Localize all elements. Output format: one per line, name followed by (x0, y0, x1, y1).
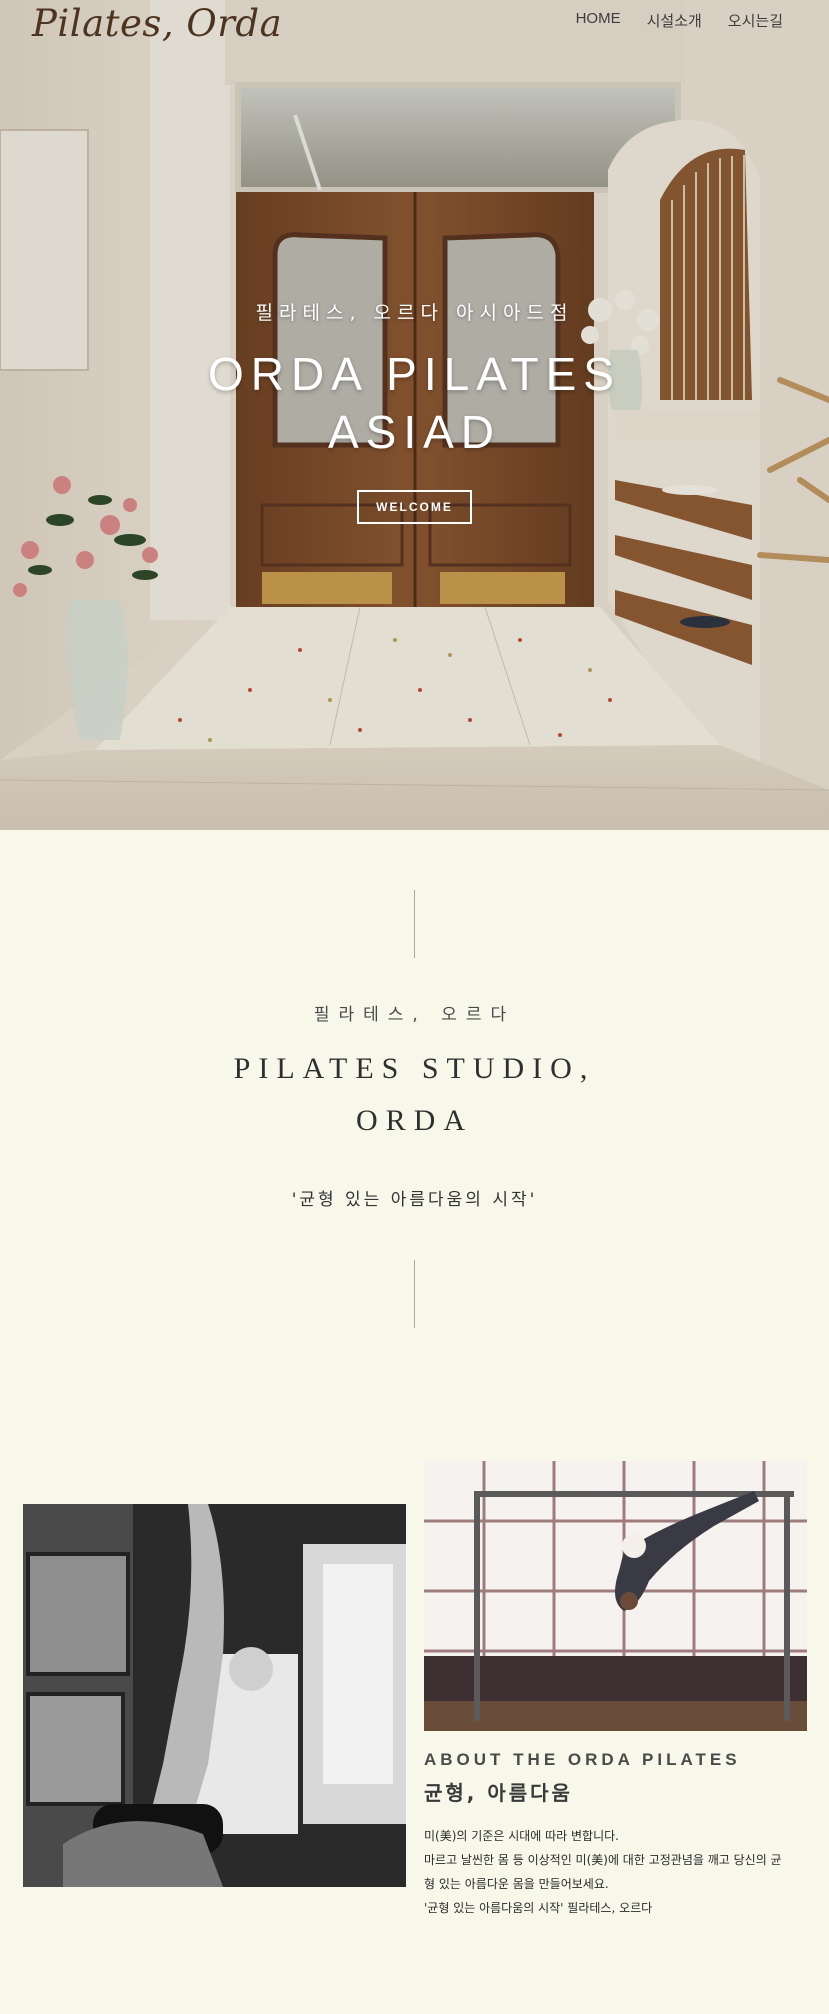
about-body-line4: '균형 있는 아름다움의 시작' 필라테스, 오르다 (424, 1901, 653, 1915)
about-photo-bw (23, 1504, 406, 1887)
about-photo-bw-image (23, 1504, 406, 1887)
intro-title-line1: PILATES STUDIO, (233, 1052, 596, 1085)
divider-line-top (414, 890, 415, 958)
about-subheading: 균형, 아름다움 (424, 1781, 573, 1805)
about-body-line2: 마르고 날씬한 몸 등 이상적인 미(美)에 대한 고정관념을 깨고 당신의 균 (424, 1853, 782, 1867)
welcome-button[interactable]: WELCOME (357, 490, 472, 524)
about-photo-color (424, 1461, 807, 1731)
main-nav: HOME 시설소개 오시는길 (576, 10, 783, 31)
hero-title-line1: ORDA PILATES (208, 348, 621, 400)
about-heading: ABOUT THE ORDA PILATES (424, 1750, 741, 1769)
nav-link-facilities[interactable]: 시설소개 (647, 10, 702, 31)
nav-link-home[interactable]: HOME (576, 10, 621, 31)
nav-link-directions[interactable]: 오시는길 (728, 10, 783, 31)
top-navbar: Pilates, Orda HOME 시설소개 오시는길 (0, 0, 829, 45)
about-body-line1: 미(美)의 기준은 시대에 따라 변합니다. (424, 1829, 619, 1843)
intro-title-line2: ORDA (355, 1104, 473, 1137)
hero-section: Pilates, Orda HOME 시설소개 오시는길 필라테스, 오르다 아… (0, 0, 829, 830)
about-photo-color-image (424, 1461, 807, 1731)
intro-title: PILATES STUDIO, ORDA (0, 1043, 829, 1147)
hero-title: ORDA PILATES ASIAD (0, 345, 829, 461)
about-body-line3: 형 있는 아름다운 몸을 만들어보세요. (424, 1877, 609, 1891)
intro-quote: '균형 있는 아름다움의 시작' (291, 1190, 538, 1210)
hero-subtitle: 필라테스, 오르다 아시아드점 (255, 302, 574, 324)
divider-line-bottom (414, 1260, 415, 1328)
intro-korean-label: 필라테스, 오르다 (313, 1005, 516, 1025)
site-logo[interactable]: Pilates, Orda (32, 2, 282, 45)
hero-title-line2: ASIAD (327, 406, 502, 458)
about-body: 미(美)의 기준은 시대에 따라 변합니다. 마르고 날씬한 몸 등 이상적인 … (424, 1824, 809, 1920)
